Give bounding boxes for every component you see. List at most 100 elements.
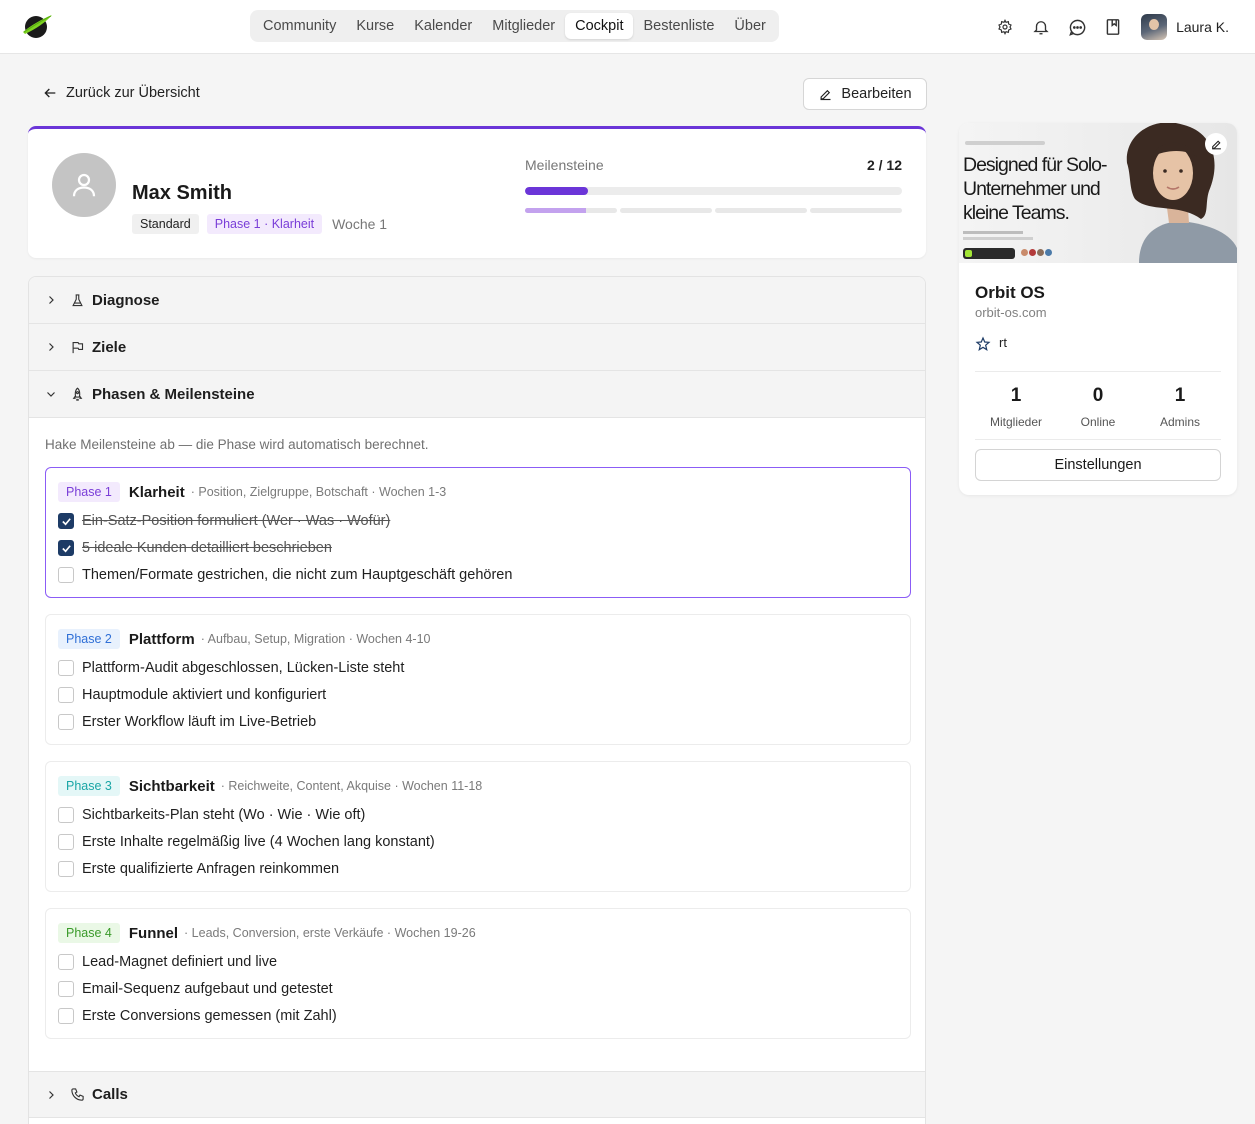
pencil-icon (820, 89, 831, 100)
flag-icon (69, 339, 85, 355)
tab-cockpit[interactable]: Cockpit (565, 13, 634, 39)
avatar (1141, 14, 1168, 40)
milestone-item[interactable]: Erste qualifizierte Anfragen reinkommen (58, 861, 339, 877)
milestone-label: Email-Sequenz aufgebaut und getestet (82, 981, 333, 997)
milestone-item[interactable]: Erster Workflow läuft im Live-Betrieb (58, 714, 316, 730)
stat-label: Mitglieder (989, 415, 1043, 429)
rating[interactable]: rt (975, 335, 1007, 352)
milestone-label: Lead-Magnet definiert und live (82, 954, 278, 970)
phase-name: Plattform (128, 630, 195, 648)
phase-badge: Phase 1 (58, 482, 120, 502)
tab--ber[interactable]: Über (724, 13, 775, 39)
milestone-item[interactable]: 5 ideale Kunden detailliert beschrieben (58, 540, 332, 556)
milestone-item[interactable]: Erste Inhalte regelmäßig live (4 Wochen … (58, 834, 435, 850)
stat-label: Online (1080, 415, 1116, 429)
milestone-label: Sichtbarkeits-Plan steht (Wo · Wie · Wie… (82, 807, 366, 823)
milestone-label: Plattform-Audit abgeschlossen, Lücken-Li… (82, 660, 405, 676)
phase-badge: Phase 1 · Klarheit (206, 214, 323, 234)
milestone-label: Hauptmodule aktiviert und konfiguriert (82, 687, 327, 703)
week-label: Woche 1 (332, 216, 388, 232)
chevron-right-icon (43, 1087, 59, 1103)
gear-icon[interactable] (995, 17, 1015, 37)
milestone-checkbox[interactable] (58, 687, 74, 703)
milestone-checkbox[interactable] (58, 954, 74, 970)
phase-progress-segments (525, 208, 902, 213)
tab-bestenliste[interactable]: Bestenliste (633, 13, 724, 39)
stat-online: 0 Online (1057, 385, 1139, 429)
user-menu[interactable]: Laura K. (1141, 14, 1229, 40)
tab-kalender[interactable]: Kalender (404, 13, 482, 39)
tab-community[interactable]: Community (253, 13, 346, 39)
tab-kurse[interactable]: Kurse (346, 13, 404, 39)
milestone-item[interactable]: Email-Sequenz aufgebaut und getestet (58, 981, 333, 997)
phone-icon (69, 1087, 85, 1103)
phase-card-4: Phase 4 Funnel · Leads, Conversion, erste … (45, 908, 911, 1039)
milestone-checkbox[interactable] (58, 567, 74, 583)
phase-badge: Phase 3 (58, 776, 120, 796)
phase-badge: Phase 4 (58, 923, 120, 943)
phase-segment-3 (715, 208, 807, 213)
bell-icon[interactable] (1031, 17, 1051, 37)
phase-card-2: Phase 2 Plattform · Aufbau, Setup, Migrati… (45, 614, 911, 745)
milestone-label: Erste Conversions gemessen (mit Zahl) (82, 1008, 337, 1024)
user-name: Laura K. (1176, 19, 1229, 35)
milestone-item[interactable]: Sichtbarkeits-Plan steht (Wo · Wie · Wie… (58, 807, 365, 823)
milestone-item[interactable]: Erste Conversions gemessen (mit Zahl) (58, 1008, 337, 1024)
milestone-checkbox[interactable] (58, 981, 74, 997)
milestone-checkbox[interactable] (58, 807, 74, 823)
stat-value: 0 (1092, 385, 1104, 406)
phase-segment-1 (525, 208, 617, 213)
user-icon (52, 153, 116, 217)
milestone-item[interactable]: Lead-Magnet definiert und live (58, 954, 277, 970)
back-link[interactable]: Zurück zur Übersicht (42, 85, 200, 101)
milestone-checkbox[interactable] (58, 834, 74, 850)
orbit-logo-icon[interactable] (20, 10, 54, 42)
banner-headline: Designed für Solo-Unternehmer und kleine… (963, 154, 1108, 224)
phase-segment-2 (620, 208, 712, 213)
organization-banner: Designed für Solo-Unternehmer und kleine… (959, 123, 1237, 263)
stat-label: Admins (1159, 415, 1200, 429)
section-diagnose-title: Diagnose (92, 291, 160, 309)
organization-url[interactable]: orbit-os.com (975, 305, 1047, 320)
milestone-label: Erster Workflow läuft im Live-Betrieb (82, 714, 317, 730)
plan-badge: Standard (132, 214, 199, 234)
phase-description: · Reichweite, Content, Akquise · Wochen … (220, 779, 483, 793)
phase-card-1: Phase 1 Klarheit · Position, Zielgruppe, B… (45, 467, 911, 598)
flask-icon (69, 292, 85, 308)
milestone-checkbox[interactable] (58, 1008, 74, 1024)
phase-name: Funnel (128, 924, 179, 942)
stat-admins: 1 Admins (1139, 385, 1221, 429)
rating-text: rt (999, 335, 1007, 350)
phase-description: · Leads, Conversion, erste Verkäufe · Wo… (184, 926, 476, 940)
milestone-checkbox[interactable] (58, 540, 74, 556)
milestones-label: Meilensteine (525, 157, 604, 173)
milestone-item[interactable]: Hauptmodule aktiviert und konfiguriert (58, 687, 326, 703)
milestones-progress-fill (525, 187, 588, 195)
phase-name: Klarheit (128, 483, 185, 501)
settings-button[interactable]: Einstellungen (975, 449, 1221, 481)
edit-button[interactable]: Bearbeiten (803, 78, 927, 110)
edit-label: Bearbeiten (841, 86, 912, 102)
section-phasen-header[interactable]: Phasen & Meilensteine (29, 371, 925, 418)
bookmark-icon[interactable] (1103, 17, 1123, 37)
milestone-checkbox[interactable] (58, 513, 74, 529)
main-nav: Community Kurse Kalender Mitglieder Cockpit B… (250, 10, 779, 42)
milestone-label: Erste qualifizierte Anfragen reinkommen (82, 861, 340, 877)
milestone-item[interactable]: Ein-Satz-Position formuliert (Wer · Was … (58, 513, 390, 529)
organization-card: Designed für Solo-Unternehmer und kleine… (959, 123, 1237, 495)
phase-description: · Position, Zielgruppe, Botschaft · Woch… (190, 485, 447, 499)
milestone-checkbox[interactable] (58, 861, 74, 877)
section-diagnose-header[interactable]: Diagnose (29, 277, 925, 324)
milestone-checkbox[interactable] (58, 660, 74, 676)
section-ziele-header[interactable]: Ziele (29, 324, 925, 371)
chat-icon[interactable] (1067, 17, 1087, 37)
milestone-item[interactable]: Plattform-Audit abgeschlossen, Lücken-Li… (58, 660, 404, 676)
section-calls-title: Calls (92, 1086, 128, 1103)
milestone-item[interactable]: Themen/Formate gestrichen, die nicht zum… (58, 567, 512, 583)
chevron-down-icon (43, 386, 59, 402)
milestone-checkbox[interactable] (58, 714, 74, 730)
tab-mitglieder[interactable]: Mitglieder (482, 13, 565, 39)
section-calls-header[interactable]: Calls (29, 1071, 925, 1118)
edit-banner-button[interactable] (1205, 133, 1227, 155)
client-profile-card: Max Smith Standard Phase 1 · Klarheit Wo… (28, 126, 926, 258)
